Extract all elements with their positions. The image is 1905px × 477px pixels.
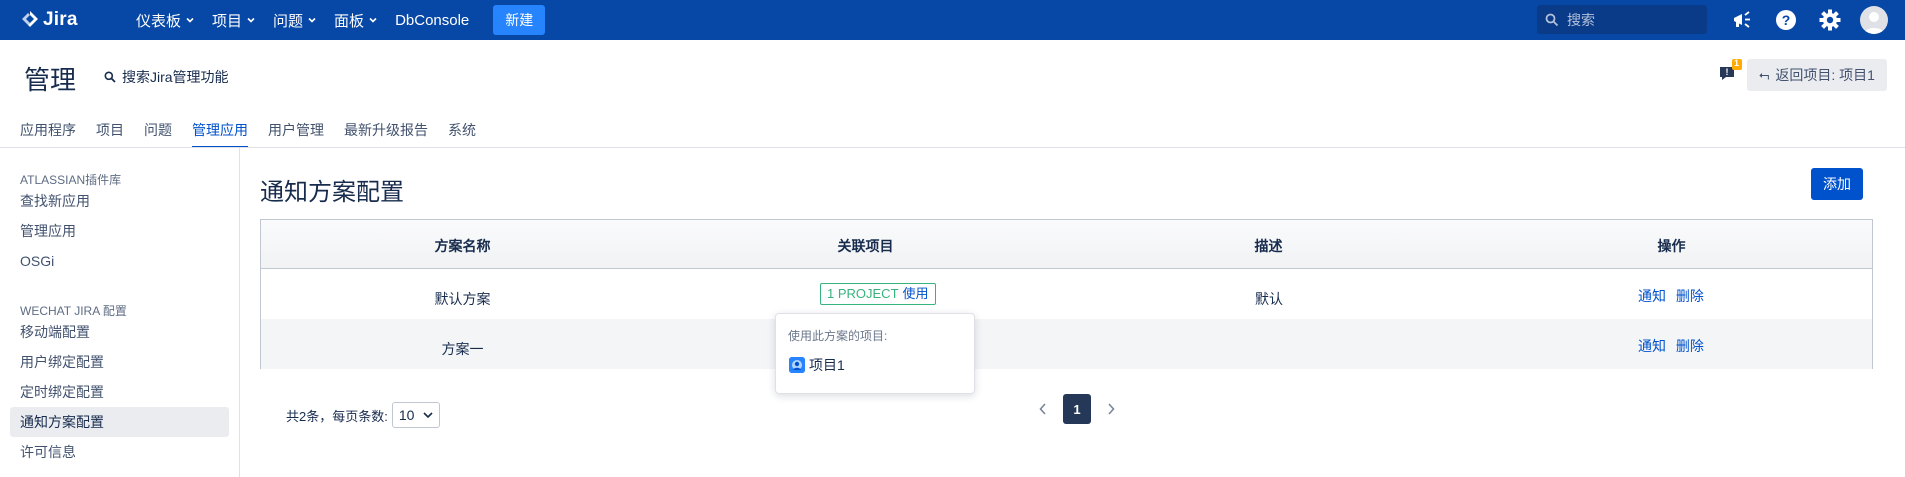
sidebar-item-license-info[interactable]: 许可信息	[10, 437, 229, 467]
table-row: 方案一 通知 删除	[261, 319, 1872, 369]
top-navigation-bar: Jira 仪表板 项目 问题 面板 DbConsole 新建 搜索 ?	[0, 0, 1905, 40]
section-heading: 通知方案配置	[260, 179, 404, 206]
search-icon	[1545, 13, 1559, 26]
add-button[interactable]: 添加	[1811, 168, 1863, 200]
chevron-down-icon	[369, 17, 377, 23]
help-icon: ?	[1776, 10, 1796, 30]
pagination: 1	[1033, 394, 1121, 424]
notifications-button[interactable]	[1727, 5, 1757, 35]
megaphone-icon	[1734, 11, 1750, 28]
back-to-project-button[interactable]: ⮢ 返回项目: 项目1	[1747, 59, 1887, 91]
next-page-button[interactable]	[1101, 395, 1121, 423]
project-use-label: 使用	[902, 286, 929, 301]
column-header-actions: 操作	[1657, 238, 1686, 254]
feedback-icon: !	[1720, 59, 1742, 80]
scheme-name-cell: 默认方案	[434, 291, 491, 307]
nav-dashboards[interactable]: 仪表板	[136, 10, 194, 31]
chevron-down-icon	[308, 17, 316, 23]
tab-system[interactable]: 系统	[448, 120, 476, 148]
chevron-left-icon	[1039, 403, 1046, 415]
table-header: 方案名称 关联项目 描述 操作	[261, 220, 1872, 269]
project-count-label: 1 PROJECT	[827, 286, 899, 301]
jira-logo-text: Jira	[43, 9, 78, 30]
delete-link[interactable]: 删除	[1676, 338, 1704, 354]
actions-cell: 通知 删除	[1638, 336, 1704, 356]
popover-project-name: 项目1	[809, 357, 845, 373]
admin-sidebar: ATLASSIAN插件库 查找新应用 管理应用 OSGi WECHAT JIRA…	[0, 148, 240, 477]
popover-title: 使用此方案的项目:	[788, 329, 888, 343]
admin-search-link[interactable]: 搜索Jira管理功能	[104, 67, 229, 87]
search-box[interactable]	[1537, 5, 1707, 34]
settings-button[interactable]	[1815, 5, 1845, 35]
column-header-description: 描述	[1254, 238, 1283, 254]
jira-logo-icon	[22, 11, 38, 27]
previous-page-button[interactable]	[1033, 395, 1053, 423]
notify-link[interactable]: 通知	[1638, 338, 1666, 354]
nav-projects[interactable]: 项目	[212, 10, 255, 31]
nav-dbconsole[interactable]: DbConsole	[395, 12, 469, 29]
page-number-current[interactable]: 1	[1063, 394, 1091, 424]
svg-text:!: !	[1726, 67, 1729, 77]
nav-boards[interactable]: 面板	[334, 10, 377, 31]
feedback-button[interactable]: ! 1	[1718, 58, 1744, 83]
page-size-value: 10	[398, 407, 415, 423]
nav-issues[interactable]: 问题	[273, 10, 316, 31]
project-count-badge[interactable]: 1 PROJECT 使用	[820, 283, 936, 305]
actions-cell: 通知 删除	[1638, 286, 1704, 306]
tab-issues[interactable]: 问题	[144, 120, 172, 148]
notify-link[interactable]: 通知	[1638, 288, 1666, 304]
project-avatar-icon	[789, 357, 805, 373]
page-size-select[interactable]: 10	[391, 402, 440, 428]
pagination-summary-text: 共2条，每页条数:	[286, 408, 388, 424]
search-input[interactable]	[1567, 11, 1697, 28]
pagination-summary: 共2条，每页条数: 10	[286, 402, 440, 428]
svg-text:?: ?	[1782, 12, 1791, 28]
tab-projects[interactable]: 项目	[96, 120, 124, 148]
column-header-scheme-name: 方案名称	[434, 238, 491, 254]
sidebar-item-manage-apps[interactable]: 管理应用	[10, 216, 229, 246]
nav-projects-label: 项目	[212, 12, 243, 30]
sidebar-item-mobile-config[interactable]: 移动端配置	[10, 317, 229, 347]
chevron-down-icon	[186, 17, 194, 23]
tab-applications[interactable]: 应用程序	[20, 120, 76, 148]
search-icon	[104, 71, 116, 83]
scheme-name-cell: 方案一	[441, 341, 484, 357]
column-header-associated-projects: 关联项目	[837, 238, 894, 254]
page-title: 管理	[24, 65, 77, 95]
back-arrow-icon: ⮢	[1759, 67, 1770, 82]
nav-dashboards-label: 仪表板	[136, 12, 182, 30]
tabs-divider	[0, 147, 1905, 148]
projects-popover: 使用此方案的项目: 项目1	[775, 313, 975, 394]
feedback-badge: 1	[1734, 58, 1740, 68]
nav-issues-label: 问题	[273, 12, 304, 30]
user-avatar-icon	[1864, 12, 1884, 34]
gear-icon	[1819, 9, 1841, 31]
nav-boards-label: 面板	[334, 12, 365, 30]
back-to-project-label: 返回项目: 项目1	[1775, 67, 1875, 83]
chevron-right-icon	[1108, 403, 1115, 415]
create-button[interactable]: 新建	[493, 5, 546, 35]
nav-dbconsole-label: DbConsole	[395, 11, 470, 29]
help-button[interactable]: ?	[1771, 5, 1801, 35]
description-cell: 默认	[1255, 291, 1283, 307]
avatar	[1860, 6, 1888, 34]
tab-latest-upgrade-report[interactable]: 最新升级报告	[344, 120, 428, 148]
sidebar-item-notification-scheme-config[interactable]: 通知方案配置	[10, 407, 229, 437]
sidebar-item-scheduled-binding-config[interactable]: 定时绑定配置	[10, 377, 229, 407]
sidebar-item-find-new-apps[interactable]: 查找新应用	[10, 186, 229, 216]
sidebar-item-user-binding-config[interactable]: 用户绑定配置	[10, 347, 229, 377]
profile-button[interactable]	[1859, 5, 1889, 35]
notification-scheme-table: 方案名称 关联项目 描述 操作 默认方案 1 PROJECT 使用 默认 通知 删…	[260, 219, 1873, 369]
popover-project-link[interactable]: 项目1	[789, 355, 845, 375]
chevron-down-icon	[247, 17, 255, 23]
sidebar-item-osgi[interactable]: OSGi	[10, 246, 229, 276]
admin-tabs: 应用程序 项目 问题 管理应用 用户管理 最新升级报告 系统	[20, 120, 496, 148]
admin-search-label: 搜索Jira管理功能	[122, 69, 229, 85]
delete-link[interactable]: 删除	[1676, 288, 1704, 304]
tab-manage-apps[interactable]: 管理应用	[192, 120, 248, 148]
jira-logo[interactable]: Jira	[20, 9, 90, 31]
tab-user-management[interactable]: 用户管理	[268, 120, 324, 148]
chevron-down-icon	[423, 412, 433, 419]
table-row: 默认方案 1 PROJECT 使用 默认 通知 删除	[261, 269, 1872, 319]
